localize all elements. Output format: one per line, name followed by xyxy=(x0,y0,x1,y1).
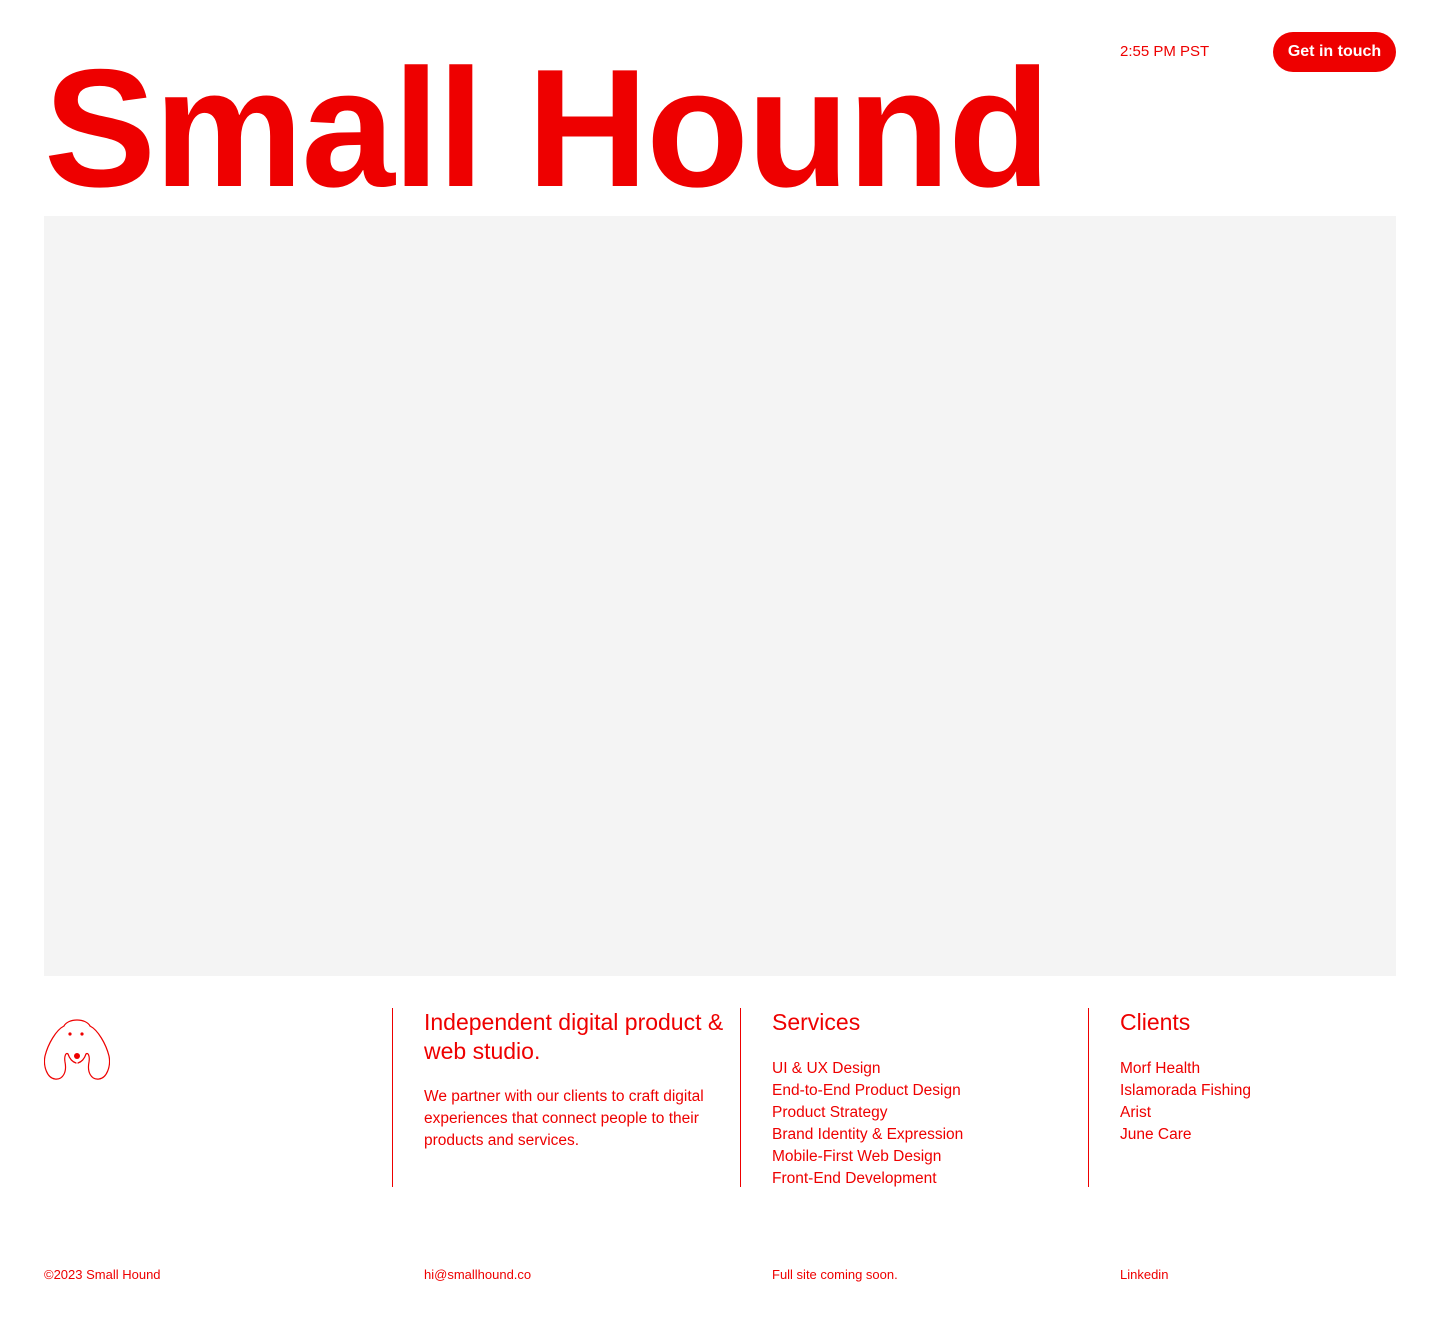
linkedin-link[interactable]: Linkedin xyxy=(1120,1266,1168,1284)
client-item: Morf Health xyxy=(1120,1060,1201,1077)
services-heading: Services xyxy=(772,1009,861,1035)
service-item: Front-End Development xyxy=(772,1170,937,1187)
services-column: Services UI & UX Design End-to-End Produ… xyxy=(740,1008,1088,1187)
get-in-touch-button[interactable]: Get in touch xyxy=(1273,32,1396,72)
coming-soon-note: Full site coming soon. xyxy=(772,1267,898,1282)
service-item: Brand Identity & Expression xyxy=(772,1126,964,1143)
clients-column: Clients Morf Health Islamorada Fishing A… xyxy=(1088,1008,1396,1187)
dog-face-icon xyxy=(43,1016,111,1082)
copyright-text: ©2023 Small Hound xyxy=(44,1267,161,1282)
hero-media-placeholder xyxy=(44,216,1396,976)
clients-heading: Clients xyxy=(1120,1009,1191,1035)
about-heading: Independent digital product & web studio… xyxy=(424,1009,724,1064)
local-time: 2:55 PM PST xyxy=(1120,43,1210,60)
client-item: June Care xyxy=(1120,1126,1192,1143)
clients-list: Morf Health Islamorada Fishing Arist Jun… xyxy=(1120,1058,1396,1146)
service-item: Product Strategy xyxy=(772,1104,888,1121)
about-description: We partner with our clients to craft dig… xyxy=(424,1088,704,1149)
services-list: UI & UX Design End-to-End Product Design… xyxy=(772,1058,1088,1190)
about-column: Independent digital product & web studio… xyxy=(392,1008,740,1187)
service-item: Mobile-First Web Design xyxy=(772,1148,942,1165)
client-item: Islamorada Fishing xyxy=(1120,1082,1251,1099)
service-item: End-to-End Product Design xyxy=(772,1082,961,1099)
service-item: UI & UX Design xyxy=(772,1060,881,1077)
email-link[interactable]: hi@smallhound.co xyxy=(424,1266,531,1284)
brand-title: Small Hound xyxy=(44,34,1051,222)
client-item: Arist xyxy=(1120,1104,1151,1121)
